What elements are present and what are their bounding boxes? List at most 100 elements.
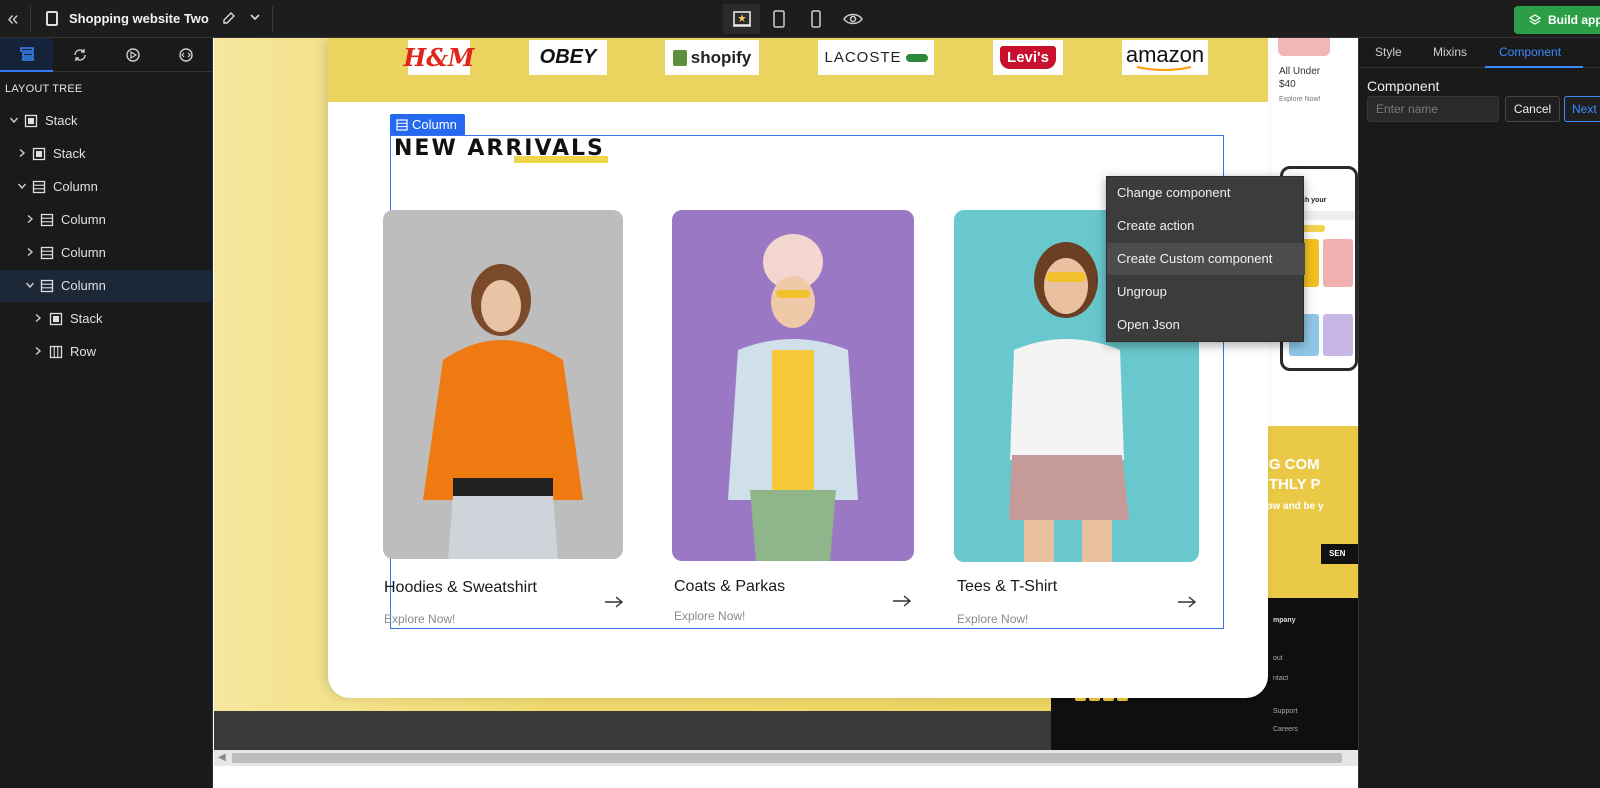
preview-button[interactable] [834,4,871,34]
tree-item-stack[interactable]: Stack [0,138,213,170]
sync-icon [73,49,86,61]
menu-item-ungroup[interactable]: Ungroup [1107,276,1305,308]
footer-link: Careers [1273,726,1298,733]
arrow-right-icon[interactable] [1177,595,1197,609]
brand-logo-strip: H&M OBEY shopify LACOSTE Levi's amazon [328,38,1268,102]
menu-item-create-custom-component[interactable]: Create Custom component [1107,243,1305,275]
product-cta[interactable]: Explore Now! [384,612,455,626]
tree-item-label: Column [61,212,106,227]
brand-logo-obey: OBEY [529,40,607,75]
tree-item-column[interactable]: Column [0,270,213,302]
tab-navigator[interactable] [106,38,159,72]
tablet-view-button[interactable] [760,4,797,34]
section-title: NEW ARRIVALS [394,136,605,161]
divider [272,6,273,32]
brand-logo-shopify: shopify [665,40,759,75]
context-menu: Change component Create action Create Cu… [1106,176,1305,342]
footer-heading: mpany [1273,617,1296,624]
layout-tree-heading: LAYOUT TREE [5,83,83,95]
tree-item-label: Stack [53,146,86,161]
tree-item-label: Row [70,344,97,359]
column-icon [40,213,54,227]
chevron-right-icon[interactable] [25,247,35,257]
newsletter-banner: NG COM NTHLY P elow and be y SEN [1256,426,1358,598]
column-icon [32,180,46,194]
chevron-right-icon[interactable] [17,148,27,158]
tab-code[interactable] [159,38,212,72]
cancel-button[interactable]: Cancel [1505,96,1560,122]
tab-component[interactable]: Component [1499,45,1561,59]
stack-icon [32,147,46,161]
tree-item-row[interactable]: Row [0,336,213,368]
row-icon [49,345,63,359]
chevron-down-icon[interactable] [248,10,262,24]
shopify-bag-icon [672,49,687,66]
eye-icon [842,13,863,25]
chevron-right-icon[interactable] [33,346,43,356]
layers-icon [19,47,34,61]
chevron-right-icon[interactable] [25,214,35,224]
tree-item-label: Column [61,245,106,260]
desktop-view-button[interactable] [723,4,760,34]
horizontal-scrollbar[interactable]: ◀ [214,750,1358,766]
amazon-smile-icon [1136,65,1192,71]
document-title: Shopping website Two [69,11,209,26]
crocodile-icon [905,53,928,62]
divider [30,6,31,32]
brand-logo-lacoste: LACOSTE [818,40,934,75]
column-icon [396,119,408,131]
arrow-right-icon[interactable] [604,595,624,609]
chevron-down-icon[interactable] [17,181,27,191]
mobile-icon [810,10,821,28]
product-cta[interactable]: Explore Now! [674,609,745,623]
design-canvas[interactable]: All Under $40 Explore Now! Match your NG… [214,38,1358,788]
product-cta[interactable]: Explore Now! [957,612,1028,626]
tree-item-column[interactable]: Column [0,237,213,269]
canvas-bottom-edge [214,766,1358,788]
tree-item-column[interactable]: Column [0,171,213,203]
active-tab-indicator [1485,66,1583,68]
tree-item-label: Column [61,278,106,293]
product-image-hoodies[interactable] [383,210,623,559]
arrow-right-icon[interactable] [892,594,912,608]
phone-product [1323,239,1353,287]
scrollbar-thumb[interactable] [232,753,1342,763]
component-name-input[interactable] [1367,96,1499,122]
product-image-coats[interactable] [672,210,914,561]
code-icon [178,48,193,62]
stack-icon [49,312,63,326]
menu-item-create-action[interactable]: Create action [1107,210,1305,242]
tab-style[interactable]: Style [1375,45,1402,59]
collapse-sidebar-icon[interactable]: « [2,8,24,30]
tab-layers[interactable] [0,38,53,72]
tree-item-column[interactable]: Column [0,204,213,236]
category-card [1278,38,1330,56]
mobile-view-button[interactable] [797,4,834,34]
tab-mixins[interactable]: Mixins [1433,45,1467,59]
selected-column-badge[interactable]: Column [390,114,465,136]
chevron-down-icon[interactable] [25,280,35,290]
tree-item-label: Column [53,179,98,194]
tree-item-label: Stack [45,113,78,128]
badge-label: Column [412,117,457,132]
next-button[interactable]: Next [1564,96,1600,122]
chevron-right-icon[interactable] [33,313,43,323]
tree-item-label: Stack [70,311,103,326]
tree-item-stack[interactable]: Stack [0,303,213,335]
menu-item-change-component[interactable]: Change component [1107,177,1305,209]
chevron-down-icon[interactable] [9,115,19,125]
brand-text: shopify [690,47,752,67]
scroll-left-icon[interactable]: ◀ [218,752,226,763]
layout-tree-panel: LAYOUT TREE Stack Stack Column Column Column… [0,38,213,788]
brand-logo-amazon: amazon [1122,40,1208,75]
phone-product [1323,314,1353,356]
menu-item-open-json[interactable]: Open Json [1107,309,1305,341]
tree-item-stack[interactable]: Stack [0,105,213,137]
brand-logo-hm: H&M [404,40,474,75]
edit-icon[interactable] [222,11,236,25]
product-photo [383,210,623,559]
tab-sync[interactable] [53,38,106,72]
product-name: Coats & Parkas [674,578,786,595]
build-app-label: Build app [1548,13,1600,27]
build-app-button[interactable]: Build app [1514,6,1600,34]
